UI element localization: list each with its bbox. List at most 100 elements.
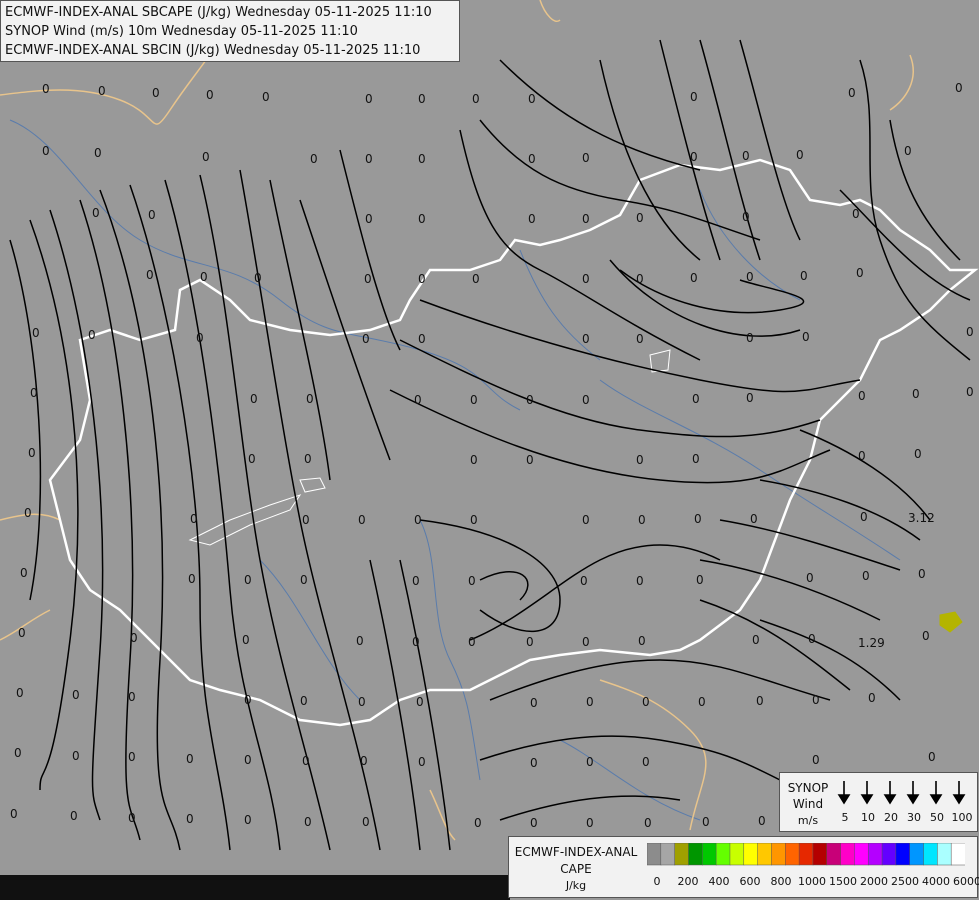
cin-title: ECMWF-INDEX-ANAL SBCIN (J/kg) Wednesday …: [5, 43, 421, 58]
svg-text:0: 0: [146, 268, 154, 282]
cape-swatch: [950, 843, 965, 866]
svg-text:0: 0: [418, 92, 426, 106]
svg-text:0: 0: [848, 86, 856, 100]
cape-tick-label: 400: [708, 875, 730, 888]
cape-tick-label: 6000: [953, 875, 979, 888]
cape-tick-label: 1500: [829, 875, 857, 888]
svg-text:3.12: 3.12: [908, 511, 935, 525]
svg-text:0: 0: [414, 393, 422, 407]
svg-text:0: 0: [365, 152, 373, 166]
synop-legend-subtitle: Wind: [792, 797, 824, 811]
svg-text:0: 0: [414, 513, 422, 527]
svg-text:0: 0: [526, 635, 534, 649]
svg-text:0: 0: [586, 695, 594, 709]
cape-swatch: [812, 843, 828, 866]
svg-text:0: 0: [750, 512, 758, 526]
svg-text:0: 0: [304, 815, 312, 829]
svg-text:0: 0: [636, 332, 644, 346]
svg-text:0: 0: [756, 694, 764, 708]
cape-swatch: [729, 843, 745, 866]
svg-text:0: 0: [202, 150, 210, 164]
svg-text:0: 0: [530, 696, 538, 710]
cape-ticks: 0 200 400 600 800 1000 1500 2000 2500 4000 6000: [647, 875, 979, 891]
svg-text:0: 0: [690, 150, 698, 164]
svg-text:0: 0: [302, 513, 310, 527]
wind-speed-100: 100: [951, 811, 973, 824]
svg-text:0: 0: [128, 750, 136, 764]
cape-color-legend: ECMWF-INDEX-ANAL CAPE J/kg 0 200 400 600 800…: [508, 836, 979, 898]
svg-text:0: 0: [642, 755, 650, 769]
svg-text:0: 0: [412, 635, 420, 649]
svg-text:0: 0: [852, 207, 860, 221]
svg-text:0: 0: [98, 84, 106, 98]
svg-text:0: 0: [196, 331, 204, 345]
svg-text:0: 0: [254, 271, 262, 285]
cape-swatch: [715, 843, 731, 866]
svg-text:0: 0: [698, 695, 706, 709]
svg-text:0: 0: [130, 631, 138, 645]
svg-text:0: 0: [802, 330, 810, 344]
svg-text:0: 0: [860, 510, 868, 524]
svg-text:0: 0: [365, 92, 373, 106]
svg-text:0: 0: [300, 573, 308, 587]
cape-swatch: [909, 843, 925, 866]
svg-text:0: 0: [758, 814, 766, 828]
svg-text:0: 0: [30, 386, 38, 400]
no-data-strip: [0, 875, 510, 900]
svg-text:0: 0: [200, 270, 208, 284]
svg-text:0: 0: [418, 332, 426, 346]
svg-text:0: 0: [88, 328, 96, 342]
svg-text:0: 0: [644, 816, 652, 830]
svg-text:0: 0: [582, 151, 590, 165]
svg-text:0: 0: [904, 144, 912, 158]
svg-text:0: 0: [262, 90, 270, 104]
cape-swatch: [674, 843, 690, 866]
svg-text:0: 0: [856, 266, 864, 280]
svg-text:0: 0: [692, 452, 700, 466]
cape-swatch: [895, 843, 911, 866]
svg-text:0: 0: [300, 694, 308, 708]
svg-text:0: 0: [742, 210, 750, 224]
svg-text:0: 0: [24, 506, 32, 520]
cape-tick-label: 2500: [891, 875, 919, 888]
svg-text:0: 0: [858, 389, 866, 403]
svg-text:0: 0: [362, 332, 370, 346]
svg-text:0: 0: [188, 572, 196, 586]
svg-text:0: 0: [586, 816, 594, 830]
synop-title: SYNOP Wind (m/s) 10m Wednesday 05-11-202…: [5, 24, 358, 39]
wind-speed-30: 30: [907, 811, 921, 824]
svg-text:0: 0: [356, 634, 364, 648]
svg-text:0: 0: [72, 749, 80, 763]
svg-text:0: 0: [966, 385, 974, 399]
svg-text:0: 0: [418, 212, 426, 226]
cape-color-scale: [647, 843, 965, 866]
weather-map[interactable]: 0 0 0 0 0 0 0 0 0 0 0 0 0 0 0 0 0 0 0 0 0 0 0 0 0 0 0 0 0 0 …: [0, 0, 979, 900]
svg-text:0: 0: [28, 446, 36, 460]
svg-text:1.29: 1.29: [858, 636, 885, 650]
svg-text:0: 0: [526, 393, 534, 407]
svg-text:0: 0: [152, 86, 160, 100]
svg-text:0: 0: [418, 272, 426, 286]
svg-text:0: 0: [42, 82, 50, 96]
svg-text:0: 0: [10, 807, 18, 821]
svg-text:0: 0: [468, 574, 476, 588]
map-title-box: ECMWF-INDEX-ANAL SBCAPE (J/kg) Wednesday…: [0, 0, 460, 62]
svg-text:0: 0: [912, 387, 920, 401]
svg-text:0: 0: [472, 92, 480, 106]
svg-text:0: 0: [306, 392, 314, 406]
cape-swatch: [840, 843, 855, 866]
svg-text:0: 0: [966, 325, 974, 339]
svg-text:0: 0: [528, 152, 536, 166]
svg-text:0: 0: [582, 393, 590, 407]
svg-text:0: 0: [412, 574, 420, 588]
cape-swatch: [771, 843, 786, 866]
svg-text:0: 0: [365, 212, 373, 226]
cape-swatch: [798, 843, 814, 866]
cape-tick-label: 2000: [860, 875, 888, 888]
svg-text:0: 0: [468, 635, 476, 649]
wind-barb-icons: [837, 781, 966, 805]
svg-text:0: 0: [360, 754, 368, 768]
svg-text:0: 0: [582, 332, 590, 346]
cape-swatch: [660, 843, 676, 866]
cape-legend-subtitle: CAPE: [560, 862, 592, 876]
